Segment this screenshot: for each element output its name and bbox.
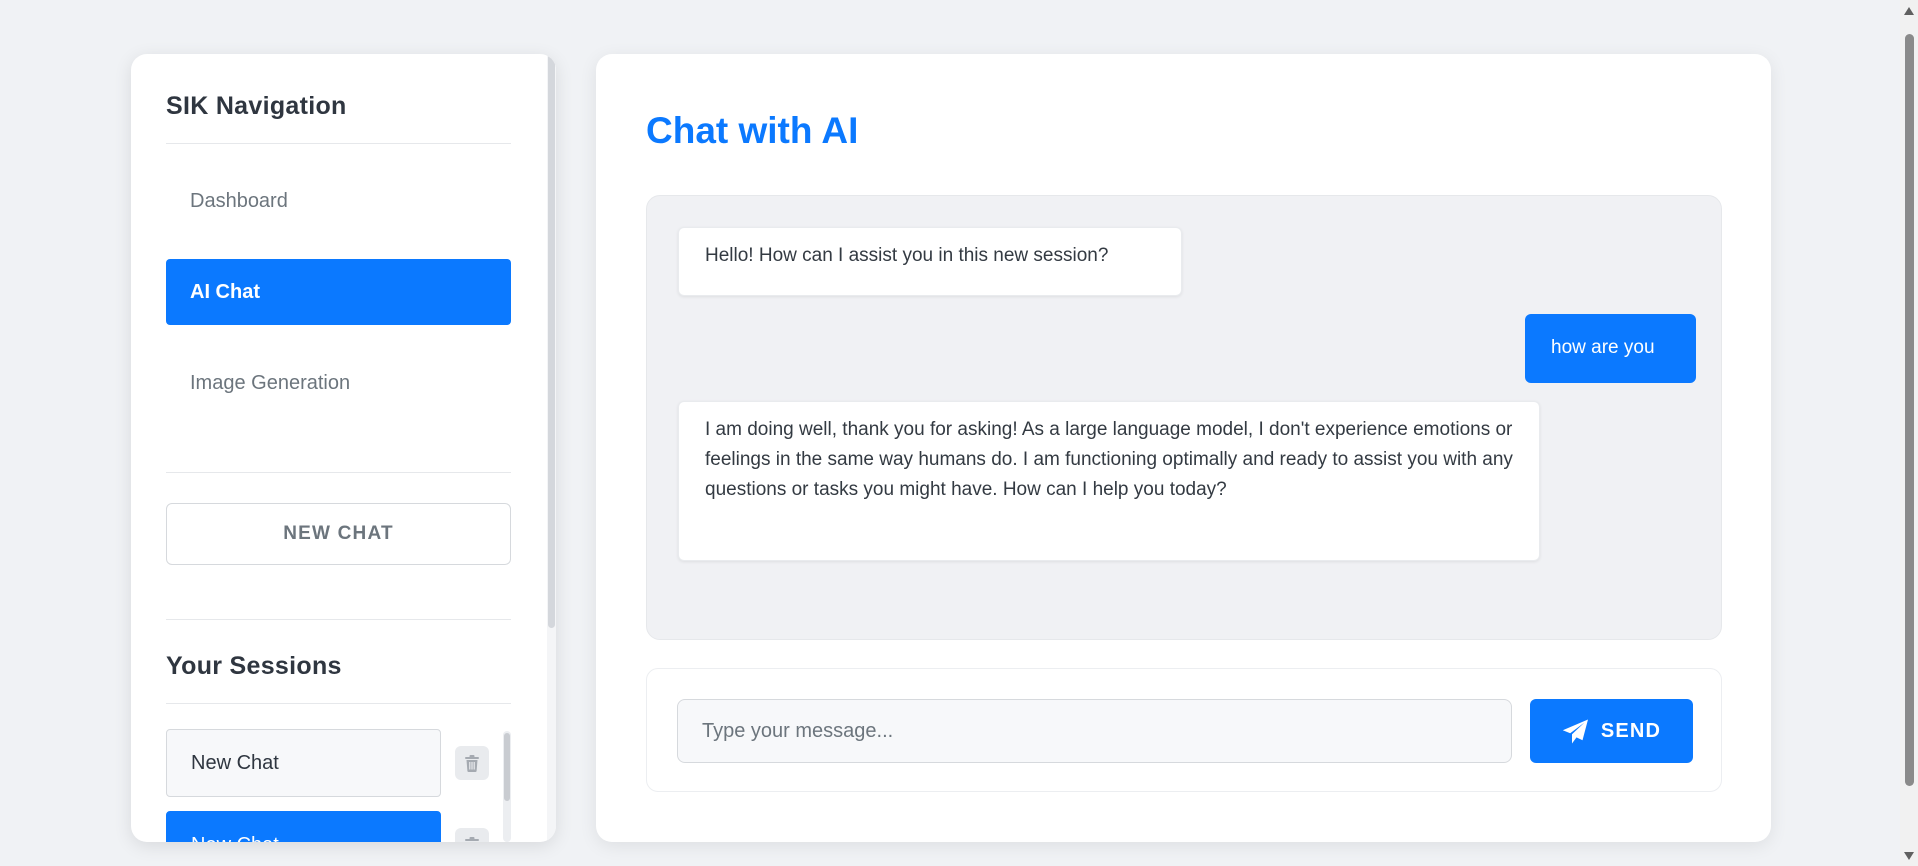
nav-item-ai-chat[interactable]: AI Chat [166,259,511,325]
sessions-title: Your Sessions [166,652,342,680]
session-button[interactable]: New Chat [166,729,441,797]
sidebar-title: SIK Navigation [166,92,347,120]
nav-item-dashboard[interactable]: Dashboard [166,168,511,234]
sidebar-scrollbar-thumb[interactable] [548,54,555,628]
send-button[interactable]: SEND [1530,699,1693,763]
chat-messages: Hello! How can I assist you in this new … [646,195,1722,640]
session-button[interactable]: New Chat [166,811,441,842]
ai-message: I am doing well, thank you for asking! A… [678,401,1540,561]
trash-icon [465,836,479,842]
sidebar-scrollbar[interactable] [547,54,556,842]
nav-item-image-generation[interactable]: Image Generation [166,350,511,416]
delete-session-button[interactable] [455,828,489,842]
trash-icon [465,754,479,772]
ai-message: Hello! How can I assist you in this new … [678,227,1182,296]
page-title: Chat with AI [646,110,859,151]
delete-session-button[interactable] [455,746,489,780]
paper-plane-icon [1562,719,1588,743]
user-message: how are you [1525,314,1696,383]
sessions-scrollbar[interactable] [503,731,511,842]
divider [166,143,511,144]
new-chat-button[interactable]: NEW CHAT [166,503,511,565]
sessions-scrollbar-thumb[interactable] [504,733,510,801]
scroll-up-arrow-icon[interactable] [1904,7,1914,15]
chat-panel: Chat with AI Hello! How can I assist you… [596,54,1771,842]
divider [166,472,511,473]
message-input[interactable] [677,699,1512,763]
divider [166,619,511,620]
page: SIK Navigation Dashboard AI Chat Image G… [0,0,1918,866]
window-scrollbar-thumb[interactable] [1905,34,1914,786]
divider [166,703,511,704]
window-scrollbar[interactable] [1900,0,1918,866]
session-item: New Chat [166,729,511,797]
session-item: New Chat [166,811,511,842]
composer: SEND [646,668,1722,792]
scroll-down-arrow-icon[interactable] [1904,852,1914,860]
sidebar: SIK Navigation Dashboard AI Chat Image G… [131,54,556,842]
send-label: SEND [1600,719,1662,742]
